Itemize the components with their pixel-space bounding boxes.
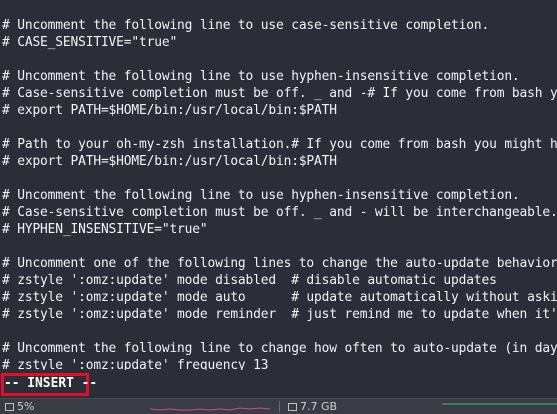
editor-line[interactable]: # export PATH=$HOME/bin:/usr/local/bin:$… [2, 103, 337, 119]
editor-line[interactable]: # Path to your oh-my-zsh installation.# … [2, 137, 557, 153]
editor-line[interactable]: # zstyle ':omz:update' mode auto # updat… [2, 290, 557, 306]
editor-line[interactable]: # Case-sensitive completion must be off.… [2, 205, 557, 221]
memory-icon [288, 403, 297, 411]
cpu-status[interactable]: 5% [5, 399, 34, 414]
memory-usage-value: 7.7 GB [300, 400, 338, 413]
editor-line[interactable]: # Uncomment the following line to use ca… [2, 18, 489, 34]
editor-line[interactable]: # Uncomment the following line to use hy… [2, 69, 520, 85]
cpu-usage-value: 5% [17, 400, 35, 413]
cpu-usage-graph [150, 407, 270, 411]
editor-line[interactable]: # Uncomment the following line to use hy… [2, 188, 520, 204]
insert-mode-indicator: -- INSERT -- [4, 376, 98, 391]
editor-line[interactable]: # zstyle ':omz:update' mode reminder # j… [2, 307, 557, 323]
editor-line[interactable]: # CASE_SENSITIVE="true" [2, 35, 177, 51]
editor-line[interactable]: # Uncomment the following line to change… [2, 341, 557, 357]
memory-status[interactable]: 7.7 GB [288, 399, 337, 414]
memory-usage-graph [442, 403, 557, 405]
editor-line[interactable]: # export PATH=$HOME/bin:/usr/local/bin:$… [2, 154, 337, 170]
editor-line[interactable]: # HYPHEN_INSENSITIVE="true" [2, 222, 208, 238]
cpu-chip-icon [5, 403, 14, 411]
editor-line[interactable]: # zstyle ':omz:update' frequency 13 [2, 358, 268, 370]
editor-line[interactable]: # Uncomment one of the following lines t… [2, 256, 557, 272]
editor-line[interactable]: # zstyle ':omz:update' mode disabled # d… [2, 273, 497, 289]
status-divider [279, 401, 280, 412]
editor-line[interactable]: # Case-sensitive completion must be off.… [2, 86, 557, 102]
cpu-graph-line [150, 407, 270, 411]
terminal-window[interactable]: # Uncomment the following line to use ca… [0, 0, 557, 398]
